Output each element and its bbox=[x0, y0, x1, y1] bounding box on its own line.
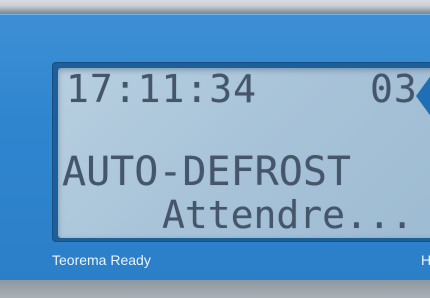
panel-label-right: H bbox=[421, 252, 430, 268]
wait-message: Attendre... bbox=[162, 193, 414, 237]
brand-label: Teorema Ready bbox=[52, 252, 151, 268]
device-photo: 17:11:34 03 AUTO-DEFROST Attendre... Teo… bbox=[0, 0, 430, 298]
arrow-indicator-icon bbox=[416, 74, 430, 118]
status-message: AUTO-DEFROST bbox=[62, 149, 351, 195]
device-bottom-edge bbox=[0, 280, 430, 298]
program-code: 03 bbox=[370, 67, 418, 111]
clock-readout: 17:11:34 bbox=[66, 67, 258, 111]
